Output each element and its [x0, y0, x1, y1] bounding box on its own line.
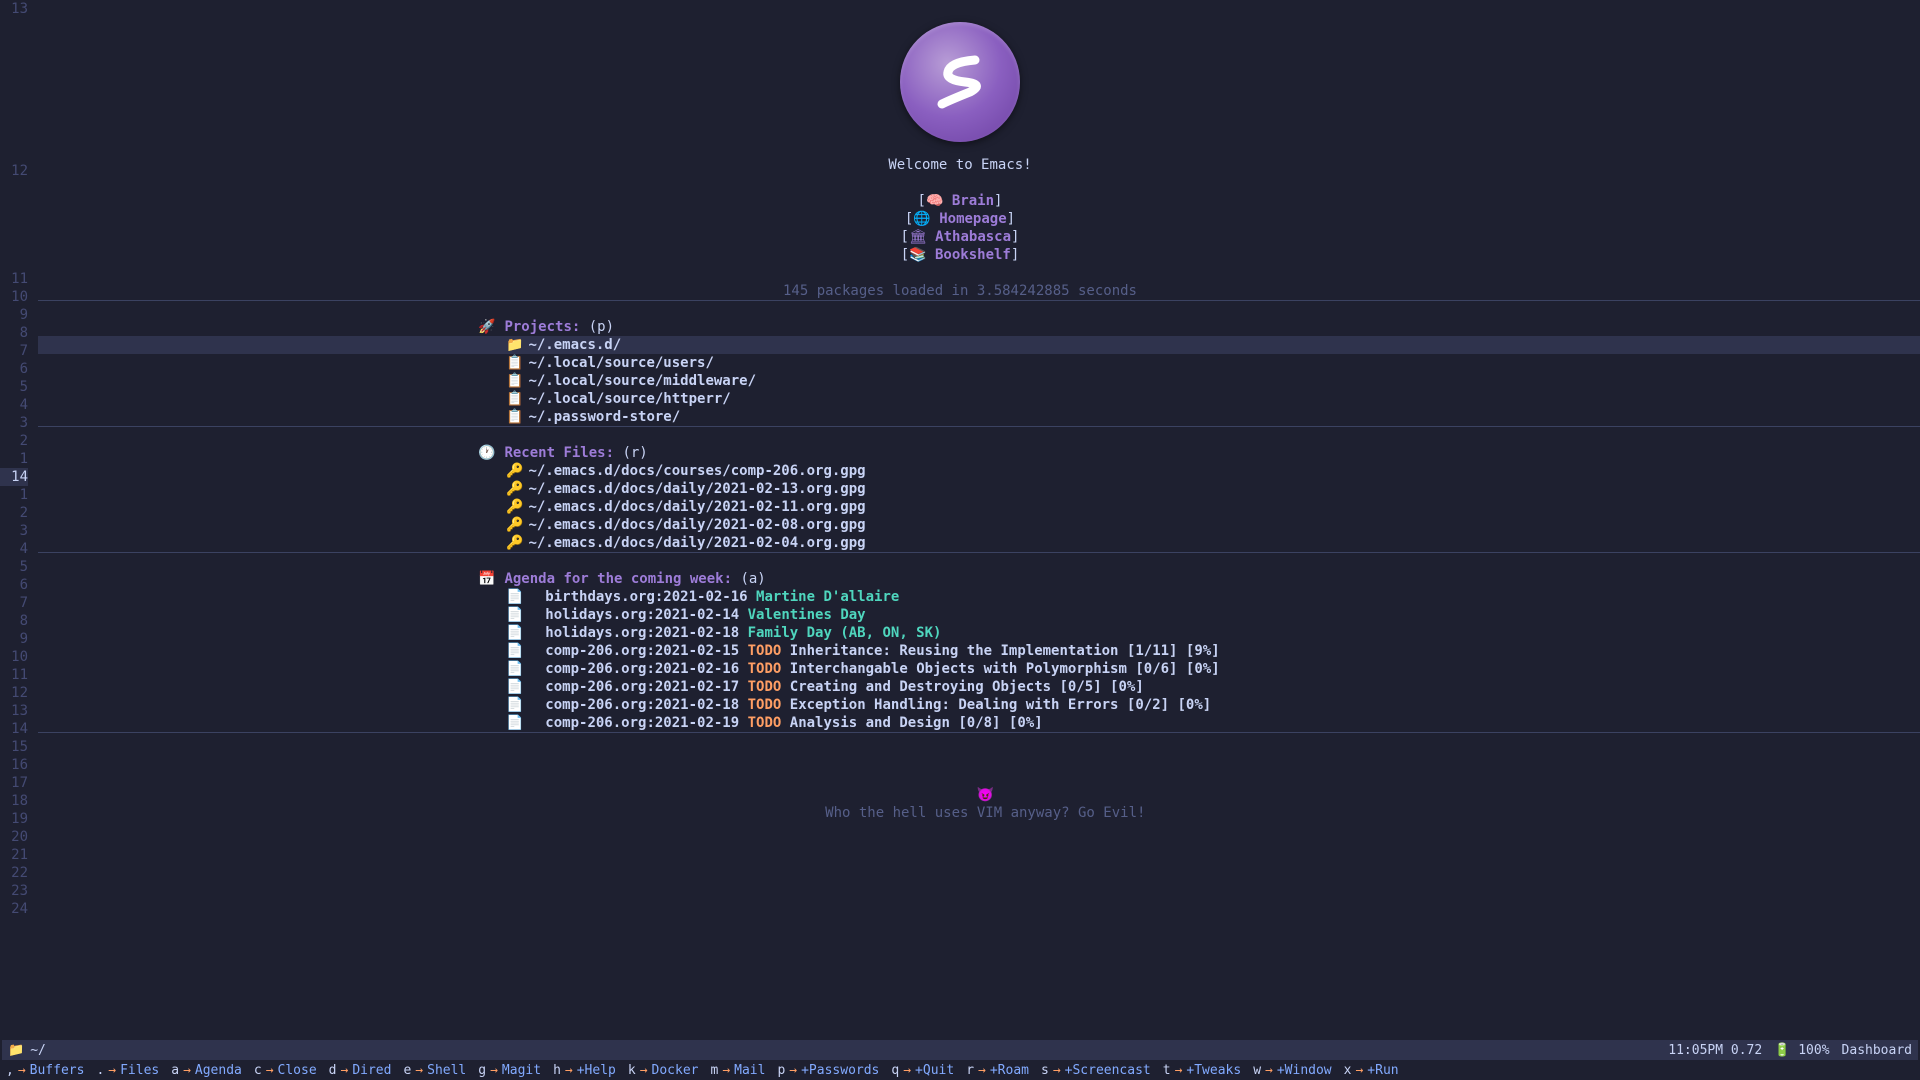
welcome-text: Welcome to Emacs! — [0, 156, 1920, 174]
dashboard-content: Welcome to Emacs! [🧠 Brain][🌐 Homepage][… — [34, 0, 1920, 1038]
arrow-icon: → — [18, 1063, 26, 1078]
key-hint[interactable]: p — [777, 1063, 785, 1078]
list-item[interactable]: 📋 ~/.local/source/middleware/ — [38, 372, 1920, 390]
arrow-icon: → — [1053, 1063, 1061, 1078]
list-item[interactable]: 🔑 ~/.emacs.d/docs/daily/2021-02-11.org.g… — [38, 498, 1920, 516]
key-hint[interactable]: g — [478, 1063, 486, 1078]
key-label: +Roam — [990, 1063, 1029, 1078]
modeline-battery: 100% — [1798, 1043, 1829, 1058]
logo-area — [0, 0, 1920, 156]
modeline: 📁 ~/ 11:05PM 0.72 🔋 100% Dashboard — [2, 1040, 1918, 1060]
key-label: +Window — [1277, 1063, 1332, 1078]
list-item[interactable]: 🔑 ~/.emacs.d/docs/daily/2021-02-08.org.g… — [38, 516, 1920, 534]
arrow-icon: → — [565, 1063, 573, 1078]
modeline-path: ~/ — [30, 1043, 46, 1058]
key-label: Close — [278, 1063, 317, 1078]
key-label: +Passwords — [801, 1063, 879, 1078]
key-label: +Screencast — [1065, 1063, 1151, 1078]
nav-link[interactable]: [🏛 Athabasca] — [0, 228, 1920, 246]
agenda-item[interactable]: 📄 birthdays.org:2021-02-16 Martine D'all… — [38, 588, 1920, 606]
nav-link[interactable]: [📚 Bookshelf] — [0, 246, 1920, 264]
arrow-icon: → — [108, 1063, 116, 1078]
key-label: Files — [120, 1063, 159, 1078]
separator — [38, 300, 1920, 318]
arrow-icon: → — [1355, 1063, 1363, 1078]
folder-icon: 📁 — [8, 1043, 24, 1058]
section-heading: 📅 Agenda for the coming week: (a) — [38, 570, 1920, 588]
key-hint[interactable]: x — [1344, 1063, 1352, 1078]
list-item[interactable]: 📋 ~/.password-store/ — [38, 408, 1920, 426]
key-label: Agenda — [195, 1063, 242, 1078]
emacs-logo-icon — [900, 22, 1020, 142]
section-heading: 🕐 Recent Files: (r) — [38, 444, 1920, 462]
key-label: Mail — [734, 1063, 765, 1078]
separator — [38, 426, 1920, 444]
key-hint[interactable]: s — [1041, 1063, 1049, 1078]
evil-icon: 😈 — [977, 787, 994, 803]
modeline-time: 11:05PM — [1668, 1043, 1723, 1058]
agenda-item[interactable]: 📄 holidays.org:2021-02-14 Valentines Day — [38, 606, 1920, 624]
separator — [38, 732, 1920, 750]
modeline-load: 0.72 — [1731, 1043, 1762, 1058]
arrow-icon: → — [341, 1063, 349, 1078]
key-label: Shell — [427, 1063, 466, 1078]
key-hint[interactable]: , — [6, 1063, 14, 1078]
list-item[interactable]: 🔑 ~/.emacs.d/docs/daily/2021-02-13.org.g… — [38, 480, 1920, 498]
key-hint[interactable]: c — [254, 1063, 262, 1078]
key-hint[interactable]: a — [171, 1063, 179, 1078]
nav-link[interactable]: [🧠 Brain] — [0, 192, 1920, 210]
key-label: +Help — [577, 1063, 616, 1078]
key-hint[interactable]: d — [329, 1063, 337, 1078]
list-item[interactable]: 📁 ~/.emacs.d/ — [38, 336, 1920, 354]
key-hint[interactable]: m — [710, 1063, 718, 1078]
key-hint[interactable]: r — [966, 1063, 974, 1078]
arrow-icon: → — [1175, 1063, 1183, 1078]
arrow-icon: → — [415, 1063, 423, 1078]
arrow-icon: → — [789, 1063, 797, 1078]
list-item[interactable]: 🔑 ~/.emacs.d/docs/courses/comp-206.org.g… — [38, 462, 1920, 480]
packages-loaded: 145 packages loaded in 3.584242885 secon… — [0, 282, 1920, 300]
arrow-icon: → — [266, 1063, 274, 1078]
battery-icon: 🔋 — [1774, 1043, 1790, 1058]
key-hint[interactable]: h — [553, 1063, 561, 1078]
arrow-icon: → — [722, 1063, 730, 1078]
list-item[interactable]: 📋 ~/.local/source/httperr/ — [38, 390, 1920, 408]
key-hint[interactable]: q — [891, 1063, 899, 1078]
nav-link[interactable]: [🌐 Homepage] — [0, 210, 1920, 228]
key-label: Docker — [652, 1063, 699, 1078]
key-label: +Tweaks — [1186, 1063, 1241, 1078]
key-hint[interactable]: e — [403, 1063, 411, 1078]
footer-message: 😈 Who the hell uses VIM anyway? Go Evil! — [0, 768, 1920, 786]
arrow-icon: → — [183, 1063, 191, 1078]
key-hint[interactable]: w — [1253, 1063, 1261, 1078]
list-item[interactable]: 🔑 ~/.emacs.d/docs/daily/2021-02-04.org.g… — [38, 534, 1920, 552]
list-item[interactable]: 📋 ~/.local/source/users/ — [38, 354, 1920, 372]
agenda-item[interactable]: 📄 comp-206.org:2021-02-16 TODO Interchan… — [38, 660, 1920, 678]
modeline-mode: Dashboard — [1842, 1043, 1912, 1058]
which-key-bar: ,→Buffers.→Filesa→Agendac→Closed→Direde→… — [0, 1060, 1920, 1080]
agenda-item[interactable]: 📄 comp-206.org:2021-02-17 TODO Creating … — [38, 678, 1920, 696]
key-label: Magit — [502, 1063, 541, 1078]
arrow-icon: → — [903, 1063, 911, 1078]
agenda-item[interactable]: 📄 comp-206.org:2021-02-18 TODO Exception… — [38, 696, 1920, 714]
key-label: +Run — [1367, 1063, 1398, 1078]
arrow-icon: → — [978, 1063, 986, 1078]
key-label: +Quit — [915, 1063, 954, 1078]
agenda-item[interactable]: 📄 holidays.org:2021-02-18 Family Day (AB… — [38, 624, 1920, 642]
key-hint[interactable]: t — [1163, 1063, 1171, 1078]
key-hint[interactable]: . — [96, 1063, 104, 1078]
key-label: Buffers — [30, 1063, 85, 1078]
arrow-icon: → — [1265, 1063, 1273, 1078]
arrow-icon: → — [640, 1063, 648, 1078]
section-heading: 🚀 Projects: (p) — [38, 318, 1920, 336]
key-label: Dired — [352, 1063, 391, 1078]
agenda-item[interactable]: 📄 comp-206.org:2021-02-15 TODO Inheritan… — [38, 642, 1920, 660]
arrow-icon: → — [490, 1063, 498, 1078]
key-hint[interactable]: k — [628, 1063, 636, 1078]
agenda-item[interactable]: 📄 comp-206.org:2021-02-19 TODO Analysis … — [38, 714, 1920, 732]
separator — [38, 552, 1920, 570]
